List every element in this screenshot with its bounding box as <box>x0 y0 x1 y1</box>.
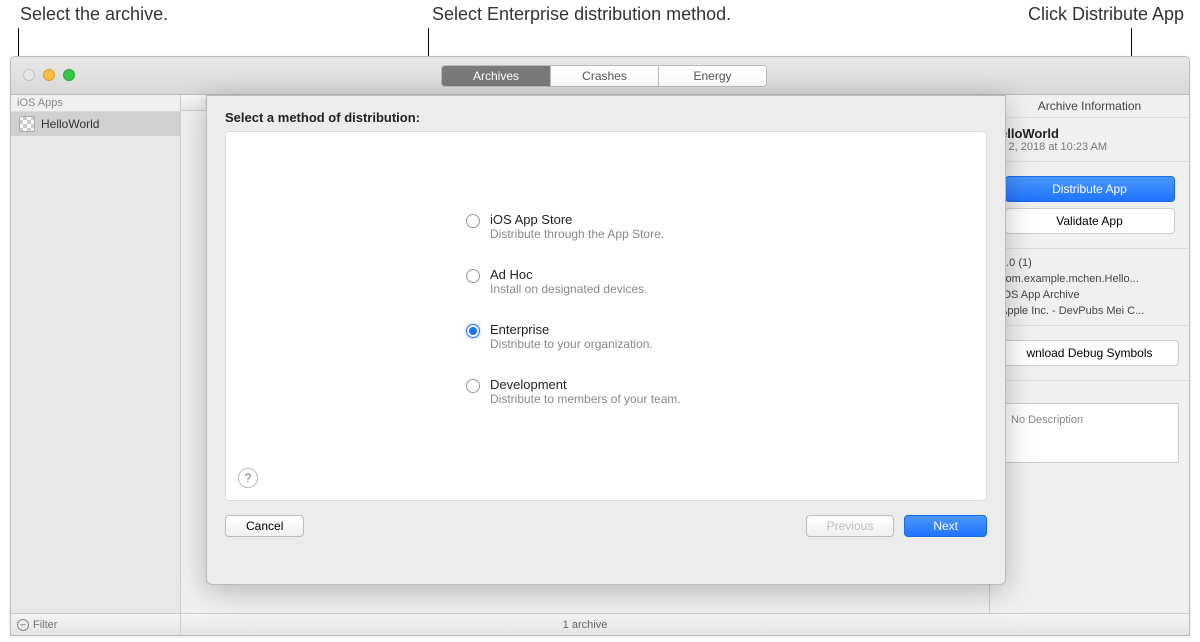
callouts-row: Select the archive. Select Enterprise di… <box>0 4 1200 28</box>
callout-right: Click Distribute App <box>1028 4 1184 25</box>
option-title: Development <box>490 377 681 392</box>
distribution-options: iOS App Store Distribute through the App… <box>466 212 866 432</box>
sidebar-item-helloworld[interactable]: HelloWorld <box>11 112 180 136</box>
organizer-window: Archives Crashes Energy iOS Apps HelloWo… <box>10 56 1190 636</box>
maximize-icon[interactable] <box>63 69 75 81</box>
option-enterprise[interactable]: Enterprise Distribute to your organizati… <box>466 322 866 351</box>
option-desc: Distribute to your organization. <box>490 337 653 351</box>
option-desc: Distribute to members of your team. <box>490 392 681 406</box>
archive-count: 1 archive <box>181 619 989 631</box>
option-desc: Install on designated devices. <box>490 282 647 296</box>
option-ios-app-store[interactable]: iOS App Store Distribute through the App… <box>466 212 866 241</box>
option-title: Ad Hoc <box>490 267 647 282</box>
sidebar-left: iOS Apps HelloWorld <box>11 95 181 613</box>
app-placeholder-icon <box>19 116 35 132</box>
validate-app-button[interactable]: Validate App <box>1005 208 1175 234</box>
detail-identifier: com.example.mchen.Hello... <box>990 271 1189 287</box>
tab-crashes[interactable]: Crashes <box>550 66 658 86</box>
download-debug-symbols-button[interactable]: wnload Debug Symbols <box>1001 340 1179 366</box>
window-titlebar: Archives Crashes Energy <box>11 57 1189 95</box>
detail-team: Apple Inc. - DevPubs Mei C... <box>990 303 1189 319</box>
sidebar-right: Archive Information elloWorld y 2, 2018 … <box>989 95 1189 613</box>
callout-middle: Select Enterprise distribution method. <box>432 4 731 25</box>
radio-icon <box>466 269 480 283</box>
right-panel-header: Archive Information <box>990 95 1189 118</box>
option-desc: Distribute through the App Store. <box>490 227 664 241</box>
filter-icon <box>17 619 29 631</box>
description-section-label: n <box>990 381 1189 397</box>
option-development[interactable]: Development Distribute to members of you… <box>466 377 866 406</box>
cancel-button[interactable]: Cancel <box>225 515 304 537</box>
detail-type: iOS App Archive <box>990 287 1189 303</box>
radio-icon <box>466 379 480 393</box>
minimize-icon[interactable] <box>43 69 55 81</box>
archive-title: elloWorld <box>1000 126 1179 141</box>
traffic-lights <box>23 69 75 81</box>
sheet-buttons: Cancel Previous Next <box>207 501 1005 537</box>
description-box[interactable]: No Description <box>1000 403 1179 463</box>
option-title: Enterprise <box>490 322 653 337</box>
archive-date: y 2, 2018 at 10:23 AM <box>1000 141 1179 153</box>
distribution-sheet: Select a method of distribution: iOS App… <box>206 95 1006 585</box>
filter-wrap <box>11 614 181 635</box>
callout-left: Select the archive. <box>20 4 168 25</box>
detail-version: 1.0 (1) <box>990 255 1189 271</box>
tab-archives[interactable]: Archives <box>442 66 550 86</box>
help-icon[interactable]: ? <box>238 468 258 488</box>
option-title: iOS App Store <box>490 212 664 227</box>
radio-icon <box>466 324 480 338</box>
previous-button[interactable]: Previous <box>806 515 895 537</box>
close-icon[interactable] <box>23 69 35 81</box>
tab-segmented-control: Archives Crashes Energy <box>441 65 767 87</box>
radio-icon <box>466 214 480 228</box>
tab-energy[interactable]: Energy <box>658 66 766 86</box>
option-ad-hoc[interactable]: Ad Hoc Install on designated devices. <box>466 267 866 296</box>
sheet-title: Select a method of distribution: <box>207 96 1005 131</box>
next-button[interactable]: Next <box>904 515 987 537</box>
sheet-body: iOS App Store Distribute through the App… <box>225 131 987 501</box>
filter-input[interactable] <box>33 619 153 631</box>
sidebar-section-header: iOS Apps <box>11 95 180 112</box>
distribute-app-button[interactable]: Distribute App <box>1005 176 1175 202</box>
sidebar-item-label: HelloWorld <box>41 117 99 131</box>
window-footer: 1 archive <box>11 613 1189 635</box>
